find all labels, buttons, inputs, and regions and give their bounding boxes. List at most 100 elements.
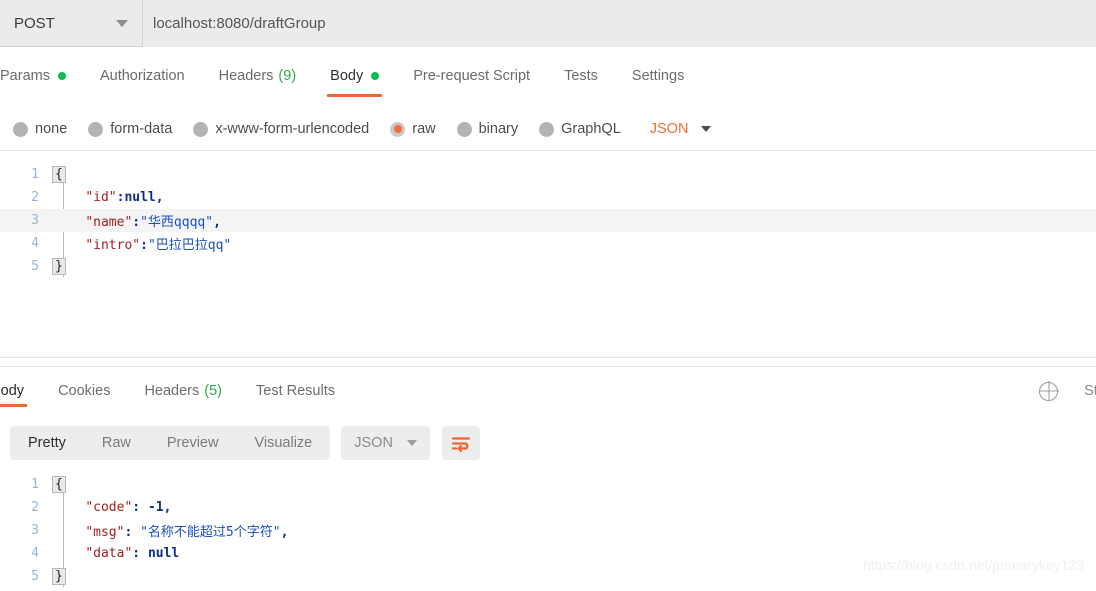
request-tab-pre-request-script[interactable]: Pre-request Script (396, 48, 547, 104)
code-token: -1 (147, 500, 164, 515)
line-number: 4 (31, 236, 39, 251)
code-line: 2 "id":null, (0, 186, 1096, 209)
code-token: "intro" (85, 238, 141, 253)
request-tab-count: (9) (278, 68, 297, 84)
code-token: "msg" (85, 525, 125, 540)
body-type-label: x-www-form-urlencoded (215, 121, 370, 137)
response-format-select[interactable]: JSON (341, 426, 430, 460)
code-token: null (124, 190, 156, 205)
code-line: 5} (0, 255, 1096, 278)
chevron-down-icon (116, 19, 128, 27)
code-token: , (163, 500, 172, 515)
request-tab-label: Tests (564, 68, 598, 84)
radio-button-icon (13, 121, 28, 137)
code-text: "code": -1, (46, 500, 171, 515)
response-tab-label: Cookies (58, 383, 111, 399)
body-format-select[interactable]: JSON (650, 121, 712, 137)
watermark: https://blog.csdn.net/primarykey123 (862, 557, 1084, 573)
response-tab-test-results[interactable]: Test Results (239, 367, 352, 415)
response-tab-bar: Body Cookies Headers(5) Test Results (0, 367, 1096, 415)
code-text: } (46, 258, 66, 275)
http-method-select[interactable]: POST (0, 0, 143, 47)
wrap-text-button[interactable] (441, 426, 480, 460)
view-mode-visualize[interactable]: Visualize (236, 426, 330, 460)
body-type-label: GraphQL (561, 121, 621, 137)
body-type-none[interactable]: none (13, 121, 67, 137)
body-type-raw[interactable]: raw (390, 121, 436, 137)
code-token: : (132, 215, 141, 230)
code-text: "id":null, (46, 190, 164, 205)
response-tab-headers[interactable]: Headers (5) (127, 367, 239, 415)
code-token: "code" (85, 500, 133, 515)
code-token: "data" (85, 546, 133, 561)
request-body-editor[interactable]: 1{2 "id":null, 3 "name":"华西qqqq", 4 "intro… (0, 163, 1096, 278)
radio-dot-icon (393, 125, 402, 133)
modified-dot-icon (371, 72, 380, 80)
request-tab-label: Authorization (99, 68, 185, 84)
request-tab-params[interactable]: Params (0, 48, 83, 104)
code-text: } (46, 568, 66, 585)
code-text: "msg": "名称不能超过5个字符", (46, 521, 288, 540)
body-type-label: raw (412, 121, 436, 137)
code-token: } (52, 258, 66, 275)
code-token: , (155, 190, 164, 205)
response-tab-label: Body (0, 383, 25, 399)
response-tab-cookies[interactable]: Cookies (41, 367, 127, 415)
code-token: "华西qqqq" (140, 215, 214, 230)
radio-dot-icon (543, 125, 551, 133)
line-number: 1 (31, 477, 39, 492)
request-tab-label: Params (0, 68, 50, 84)
radio-dot-icon (460, 125, 468, 133)
code-token: : (132, 546, 148, 561)
view-mode-pretty[interactable]: Pretty (10, 426, 84, 460)
code-token: "id" (85, 190, 117, 205)
code-token: } (52, 568, 66, 585)
globe-icon (1039, 381, 1059, 401)
code-token: "name" (85, 215, 133, 230)
code-line: 4 "intro":"巴拉巴拉qq" (0, 232, 1096, 255)
body-type-form-data[interactable]: form-data (88, 121, 172, 137)
modified-dot-icon (57, 72, 66, 80)
code-token: "巴拉巴拉qq" (147, 238, 232, 253)
code-token: : (132, 500, 148, 515)
code-token: : (124, 525, 141, 540)
request-tab-label: Body (330, 68, 364, 84)
line-number: 3 (31, 213, 39, 228)
body-type-binary[interactable]: binary (456, 121, 518, 137)
response-tab-body[interactable]: Body (0, 367, 41, 415)
line-number: 2 (31, 500, 39, 515)
request-tab-authorization[interactable]: Authorization (83, 48, 202, 104)
request-tab-headers[interactable]: Headers (9) (202, 48, 314, 104)
request-tab-settings[interactable]: Settings (615, 48, 701, 104)
view-mode-raw[interactable]: Raw (84, 426, 149, 460)
body-type-graphql[interactable]: GraphQL (539, 121, 621, 137)
response-status-area: Statu (1039, 367, 1096, 415)
code-token: , (280, 525, 289, 540)
code-line: 2 "code": -1, (0, 496, 1096, 519)
request-tab-body[interactable]: Body (313, 48, 396, 104)
body-type-label: none (35, 121, 68, 137)
radio-button-icon (88, 121, 104, 137)
request-tab-bar: Params Authorization Headers (9) Body Pre-req… (0, 48, 1096, 104)
line-number: 4 (31, 546, 39, 561)
radio-dot-icon (92, 125, 100, 133)
divider-below-body-types (0, 150, 1096, 151)
code-token: null (147, 546, 180, 561)
request-tab-tests[interactable]: Tests (547, 48, 615, 104)
code-text: { (46, 476, 66, 493)
radio-button-icon (193, 121, 209, 137)
postman-window: POST localhost:8080/draftGroup Params Aut… (0, 0, 1096, 591)
body-type-x-www-form-urlencoded[interactable]: x-www-form-urlencoded (193, 121, 369, 137)
request-tab-label: Pre-request Script (413, 68, 531, 84)
body-type-row: none form-data x-www-form-urlencoded raw bin… (0, 108, 1096, 150)
line-number: 5 (31, 569, 39, 584)
radio-button-icon (456, 121, 472, 137)
code-token: { (52, 476, 66, 493)
request-url-input[interactable]: localhost:8080/draftGroup (143, 0, 1096, 47)
view-mode-preview[interactable]: Preview (149, 426, 237, 460)
code-text: "intro":"巴拉巴拉qq" (46, 234, 231, 253)
response-tab-count: (5) (204, 383, 222, 399)
